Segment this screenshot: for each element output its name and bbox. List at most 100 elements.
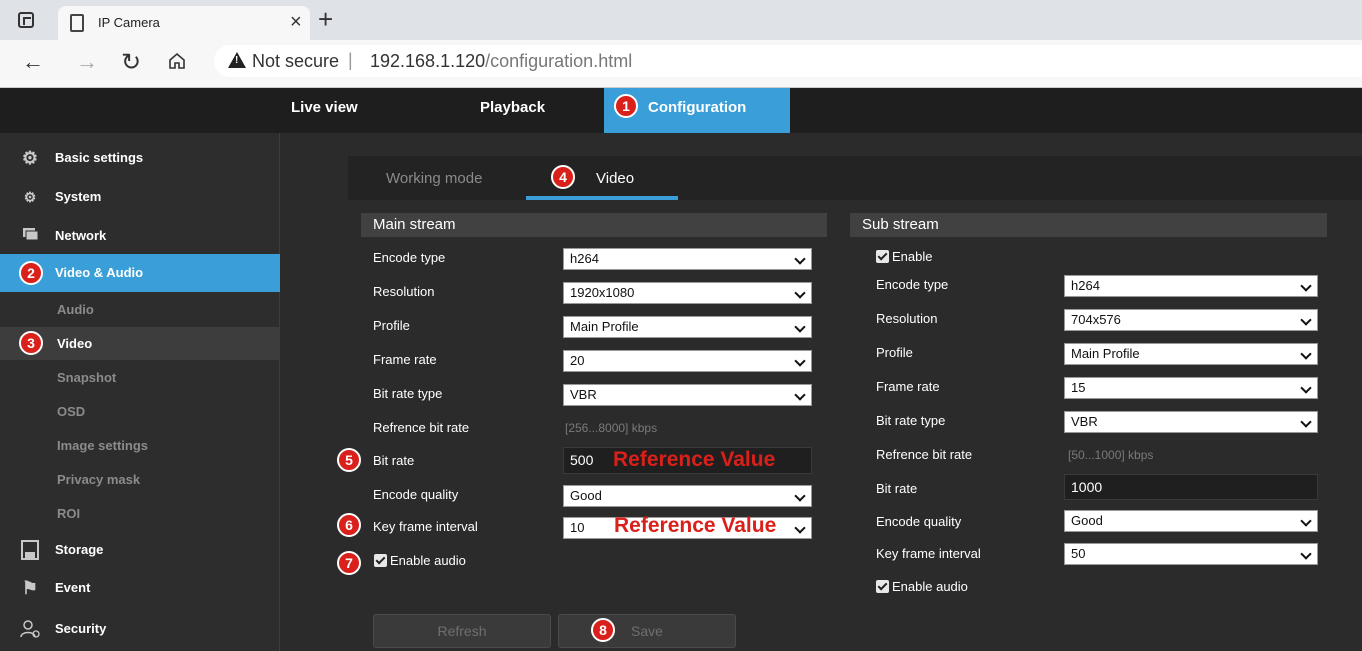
step-badge: 5: [337, 448, 361, 472]
main-content: Working mode Video 4 Main stream Encode …: [281, 133, 1362, 651]
step-badge: 1: [614, 94, 638, 118]
url-field[interactable]: Not secure | 192.168.1.120/configuration…: [214, 45, 1362, 77]
sidebar-subitem-audio[interactable]: Audio: [0, 293, 280, 326]
sidebar: ⚙ Basic settings ⚙ System Network Video …: [0, 133, 280, 651]
main-resolution-label: Resolution: [373, 284, 435, 299]
sub-bit-rate-type-label: Bit rate type: [876, 413, 946, 428]
main-bit-rate-type-label: Bit rate type: [373, 386, 443, 401]
back-arrow-icon[interactable]: ←: [22, 49, 44, 75]
sub-enable-audio-label: Enable audio: [892, 579, 968, 594]
step-badge: 7: [337, 551, 361, 575]
main-frame-rate-select[interactable]: 20: [563, 350, 812, 372]
main-enable-audio-label: Enable audio: [390, 553, 466, 568]
sidebar-subitem-osd[interactable]: OSD: [0, 395, 280, 428]
main-key-frame-label: Key frame interval: [373, 519, 478, 534]
main-encode-quality-label: Encode quality: [373, 487, 459, 502]
network-icon: [20, 226, 40, 246]
not-secure-label[interactable]: Not secure: [252, 51, 339, 72]
app-header: Live view Playback Configuration 1: [0, 88, 1362, 133]
main-frame-rate-label: Frame rate: [373, 352, 437, 367]
sub-frame-rate-select[interactable]: 15: [1064, 377, 1318, 399]
main-profile-select[interactable]: Main Profile: [563, 316, 812, 338]
event-icon: ⚑: [21, 578, 39, 598]
reload-icon[interactable]: ↻: [121, 48, 141, 77]
active-tab-indicator: [526, 196, 678, 200]
sub-bit-rate-input[interactable]: 1000: [1064, 474, 1318, 500]
sub-resolution-select[interactable]: 704x576: [1064, 309, 1318, 331]
sub-resolution-label: Resolution: [876, 311, 938, 326]
gears-icon: ⚙: [23, 189, 37, 205]
home-icon[interactable]: [168, 52, 186, 70]
sub-ref-bit-rate-label: Refrence bit rate: [876, 447, 973, 462]
main-ref-bit-rate-hint: [256...8000] kbps: [565, 421, 658, 435]
sub-profile-select[interactable]: Main Profile: [1064, 343, 1318, 365]
url-path: /configuration.html: [485, 51, 633, 71]
tab-actions-icon[interactable]: [18, 12, 34, 28]
sidebar-subitem-label: ROI: [57, 506, 81, 521]
sub-encode-type-select[interactable]: h264: [1064, 275, 1318, 297]
sidebar-subitem-image-settings[interactable]: Image settings: [0, 429, 280, 462]
step-badge: 2: [19, 261, 43, 285]
sidebar-subitem-label: Video: [57, 336, 93, 351]
main-ref-bit-rate-label: Refrence bit rate: [373, 420, 470, 435]
sidebar-item-system[interactable]: ⚙ System: [0, 178, 280, 216]
storage-icon: [20, 540, 40, 560]
address-bar: ← → ↻ Not secure | 192.168.1.120/configu…: [0, 40, 1362, 88]
sidebar-item-network[interactable]: Network: [0, 217, 280, 255]
main-bit-rate-type-select[interactable]: VBR: [563, 384, 812, 406]
reference-value-note: Reference Value: [614, 514, 777, 537]
sub-enable-label: Enable: [892, 249, 933, 264]
sub-encode-quality-select[interactable]: Good: [1064, 510, 1318, 532]
sub-stream-header: Sub stream: [850, 213, 1327, 237]
sub-enable-checkbox[interactable]: [876, 250, 889, 263]
main-bit-rate-label: Bit rate: [373, 453, 415, 468]
sub-key-frame-select[interactable]: 50: [1064, 543, 1318, 565]
nav-playback[interactable]: Playback: [480, 88, 545, 133]
step-badge: 4: [551, 165, 575, 189]
browser-tab-bar: IP Camera × +: [0, 0, 1362, 40]
browser-tab[interactable]: IP Camera ×: [58, 6, 310, 40]
sidebar-item-storage[interactable]: Storage: [0, 531, 280, 569]
sub-bit-rate-type-select[interactable]: VBR: [1064, 411, 1318, 433]
url-text[interactable]: 192.168.1.120/configuration.html: [370, 51, 632, 72]
sub-enable-audio-checkbox[interactable]: [876, 580, 889, 593]
sidebar-item-security[interactable]: Security: [0, 610, 280, 648]
sidebar-subitem-label: Privacy mask: [57, 472, 141, 487]
nav-live-view[interactable]: Live view: [291, 88, 358, 133]
user-lock-icon: [20, 619, 40, 639]
sidebar-item-label: Basic settings: [55, 150, 144, 165]
url-host: 192.168.1.120: [370, 51, 486, 71]
sidebar-subitem-label: Image settings: [57, 438, 149, 453]
save-button[interactable]: Save: [558, 614, 736, 648]
main-encode-quality-select[interactable]: Good: [563, 485, 812, 507]
sidebar-item-label: Video & Audio: [55, 265, 144, 280]
sidebar-subitem-snapshot[interactable]: Snapshot: [0, 361, 280, 394]
sidebar-item-basic-settings[interactable]: ⚙ Basic settings: [0, 139, 280, 177]
sidebar-item-label: Event: [55, 580, 91, 595]
warning-icon[interactable]: [228, 52, 246, 68]
new-tab-icon[interactable]: +: [318, 4, 333, 35]
step-badge: 6: [337, 513, 361, 537]
sidebar-subitem-roi[interactable]: ROI: [0, 497, 280, 530]
gear-icon: ⚙: [21, 148, 39, 168]
sub-bit-rate-label: Bit rate: [876, 481, 918, 496]
config-tabs: Working mode Video: [348, 156, 1362, 200]
main-enable-audio-checkbox[interactable]: [374, 554, 387, 567]
sidebar-item-label: Security: [55, 621, 107, 636]
main-encode-type-select[interactable]: h264: [563, 248, 812, 270]
sub-encode-quality-label: Encode quality: [876, 514, 962, 529]
page-icon: [70, 14, 84, 32]
sidebar-subitem-privacy-mask[interactable]: Privacy mask: [0, 463, 280, 496]
sidebar-subitem-label: OSD: [57, 404, 86, 419]
sidebar-item-label: System: [55, 189, 102, 204]
close-icon[interactable]: ×: [290, 11, 302, 34]
tab-video[interactable]: Video: [596, 170, 634, 187]
refresh-button[interactable]: Refresh: [373, 614, 551, 648]
forward-arrow-icon[interactable]: →: [76, 49, 98, 75]
main-encode-type-label: Encode type: [373, 250, 446, 265]
tab-working-mode[interactable]: Working mode: [386, 170, 482, 187]
sidebar-item-event[interactable]: ⚑ Event: [0, 569, 280, 607]
reference-value-note: Reference Value: [613, 448, 776, 471]
main-resolution-select[interactable]: 1920x1080: [563, 282, 812, 304]
sub-ref-bit-rate-hint: [50...1000] kbps: [1068, 448, 1154, 462]
